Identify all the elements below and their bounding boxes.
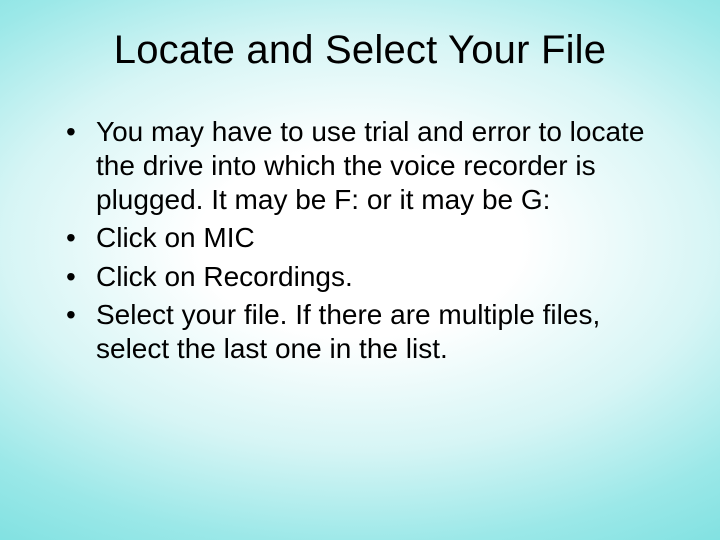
list-item: Select your file. If there are multiple … (66, 298, 672, 366)
list-item: You may have to use trial and error to l… (66, 115, 672, 217)
list-item: Click on MIC (66, 221, 672, 255)
bullet-list: You may have to use trial and error to l… (66, 115, 672, 366)
slide: Locate and Select Your File You may have… (0, 0, 720, 540)
list-item: Click on Recordings. (66, 260, 672, 294)
slide-title: Locate and Select Your File (48, 28, 672, 73)
